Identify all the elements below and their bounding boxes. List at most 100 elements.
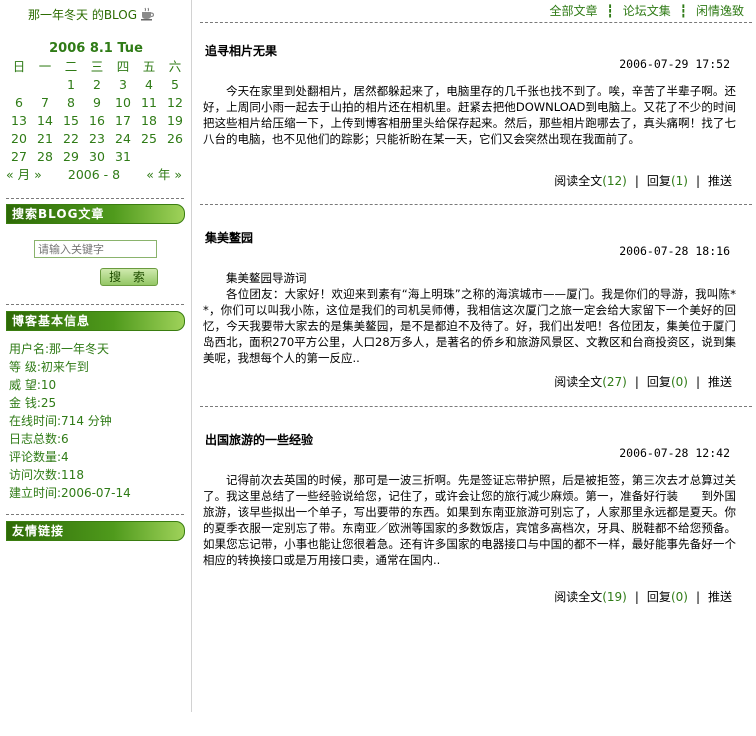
reply-link[interactable]: 回复(0) [647,375,688,389]
calendar-day[interactable]: 5 [162,76,188,94]
calendar-day[interactable]: 11 [136,94,162,112]
calendar-day[interactable]: 17 [110,112,136,130]
info-row: 日志总数:6 [9,432,69,446]
post-actions: 阅读全文(19) | 回复(0) | 推送 [554,590,732,604]
calendar-day[interactable]: 26 [162,130,188,148]
reply-count: (0) [670,590,688,604]
reply-link[interactable]: 回复(0) [647,590,688,604]
post-date: 2006-07-28 18:16 [619,244,730,258]
post-title[interactable]: 集美鳌园 [205,229,253,246]
push-link[interactable]: 推送 [708,174,732,188]
calendar-day[interactable]: 28 [32,148,58,166]
read-more-label[interactable]: 阅读全文 [554,375,602,389]
calendar-day[interactable]: 9 [84,94,110,112]
calendar-day[interactable]: 18 [136,112,162,130]
read-more-link[interactable]: 阅读全文(19) [554,590,627,604]
post-date: 2006-07-28 12:42 [619,446,730,460]
calendar-year-nav[interactable]: « 年 » [146,166,182,184]
calendar-day[interactable]: 29 [58,148,84,166]
calendar-day[interactable]: 12 [162,94,188,112]
calendar-day[interactable]: 22 [58,130,84,148]
post-actions: 阅读全文(27) | 回复(0) | 推送 [554,375,732,389]
info-row: 在线时间:714 分钟 [9,414,112,428]
nav-leisure[interactable]: 闲情逸致 [696,4,744,18]
calendar-day[interactable]: 7 [32,94,58,112]
calendar-day[interactable]: 27 [6,148,32,166]
divider [6,514,184,515]
blog-title-text[interactable]: 那一年冬天 的BLOG [28,8,137,22]
info-row: 等 级:初来乍到 [9,360,89,374]
calendar-day[interactable]: 31 [110,148,136,166]
calendar-weekday: 六 [168,59,182,74]
calendar-day[interactable]: 14 [32,112,58,130]
blog-title[interactable]: 那一年冬天 的BLOG [28,6,155,24]
read-more-label[interactable]: 阅读全文 [554,174,602,188]
top-nav: 全部文章 ┇ 论坛文集 ┇ 闲情逸致 [549,2,744,19]
read-more-link[interactable]: 阅读全文(12) [554,174,627,188]
push-link[interactable]: 推送 [708,375,732,389]
calendar-grid: 日一二三四五六 1 2 3 4 5 6 7 8 9 10 11 12 13 14 15 16 17 18 19 20 21… [6,58,186,166]
calendar-day[interactable]: 25 [136,130,162,148]
calendar-weekday: 三 [90,59,104,74]
reply-link[interactable]: 回复(1) [647,174,688,188]
post: 出国旅游的一些经验 2006-07-28 12:42 记得前次去英国的时候，那可… [200,431,752,606]
divider [6,198,184,199]
calendar-weekday: 二 [64,59,78,74]
calendar-day[interactable]: 30 [84,148,110,166]
read-count: (19) [602,590,627,604]
calendar-day[interactable]: 4 [136,76,162,94]
search-section-heading: 搜索BLOG文章 [6,204,185,224]
post-title[interactable]: 出国旅游的一些经验 [205,431,313,448]
divider [200,406,752,407]
search-button[interactable]: 搜 索 [100,268,158,286]
teacup-icon [140,7,155,24]
sidebar: 那一年冬天 的BLOG 2006 8.1 Tue 日一二三四五六12345678… [0,0,191,736]
nav-separator: ┇ [679,4,687,18]
calendar-title: 2006 8.1 Tue [49,41,143,56]
calendar-day[interactable]: 8 [58,94,84,112]
nav-all-articles[interactable]: 全部文章 [549,4,597,18]
main-content: 全部文章 ┇ 论坛文集 ┇ 闲情逸致 追寻相片无果 2006-07-29 17:52 今… [200,0,752,736]
read-more-label[interactable]: 阅读全文 [554,590,602,604]
calendar-day[interactable]: 16 [84,112,110,130]
post-date: 2006-07-29 17:52 [619,57,730,71]
calendar-day[interactable]: 19 [162,112,188,130]
post-paragraph: 集美鳌园导游词 [226,271,307,285]
post-title[interactable]: 追寻相片无果 [205,42,277,59]
post-body: 今天在家里到处翻相片，居然都躲起来了，电脑里存的几千张也找不到了。唉，辛苦了半辈… [203,83,736,147]
calendar-day[interactable]: 13 [6,112,32,130]
calendar-weekday: 四 [116,59,130,74]
reply-label[interactable]: 回复 [647,174,671,188]
calendar-weekday: 日 [12,59,26,74]
calendar-day[interactable]: 10 [110,94,136,112]
info-row: 访问次数:118 [9,468,84,482]
info-row: 评论数量:4 [9,450,69,464]
info-row: 建立时间:2006-07-14 [9,486,131,500]
calendar-day[interactable]: 24 [110,130,136,148]
calendar-day[interactable]: 1 [58,76,84,94]
post-paragraph: 今天在家里到处翻相片，居然都躲起来了，电脑里存的几千张也找不到了。唉，辛苦了半辈… [203,84,736,146]
search-input[interactable] [34,240,157,258]
reply-label[interactable]: 回复 [647,590,671,604]
calendar-day[interactable]: 2 [84,76,110,94]
calendar-day[interactable]: 23 [84,130,110,148]
column-divider [191,0,192,712]
nav-forum-collection[interactable]: 论坛文集 [623,4,671,18]
calendar-day[interactable]: 6 [6,94,32,112]
calendar-month-nav[interactable]: « 月 » [6,166,42,184]
reply-label[interactable]: 回复 [647,375,671,389]
calendar-day[interactable]: 21 [32,130,58,148]
read-more-link[interactable]: 阅读全文(27) [554,375,627,389]
post-body: 记得前次去英国的时候，那可是一波三折啊。先是签证忘带护照，后是被拒签，第三次去才… [203,472,736,568]
reply-count: (0) [670,375,688,389]
reply-count: (1) [670,174,688,188]
calendar-nav: « 月 » 2006 - 8 « 年 » [6,166,182,184]
calendar-day[interactable]: 15 [58,112,84,130]
blog-info-list: 用户名:那一年冬天 等 级:初来乍到 威 望:10 金 钱:25 在线时间:71… [9,340,187,502]
divider [6,304,184,305]
post-actions: 阅读全文(12) | 回复(1) | 推送 [554,174,732,188]
calendar-day[interactable]: 20 [6,130,32,148]
calendar-day[interactable]: 3 [110,76,136,94]
info-row: 威 望:10 [9,378,57,392]
push-link[interactable]: 推送 [708,590,732,604]
